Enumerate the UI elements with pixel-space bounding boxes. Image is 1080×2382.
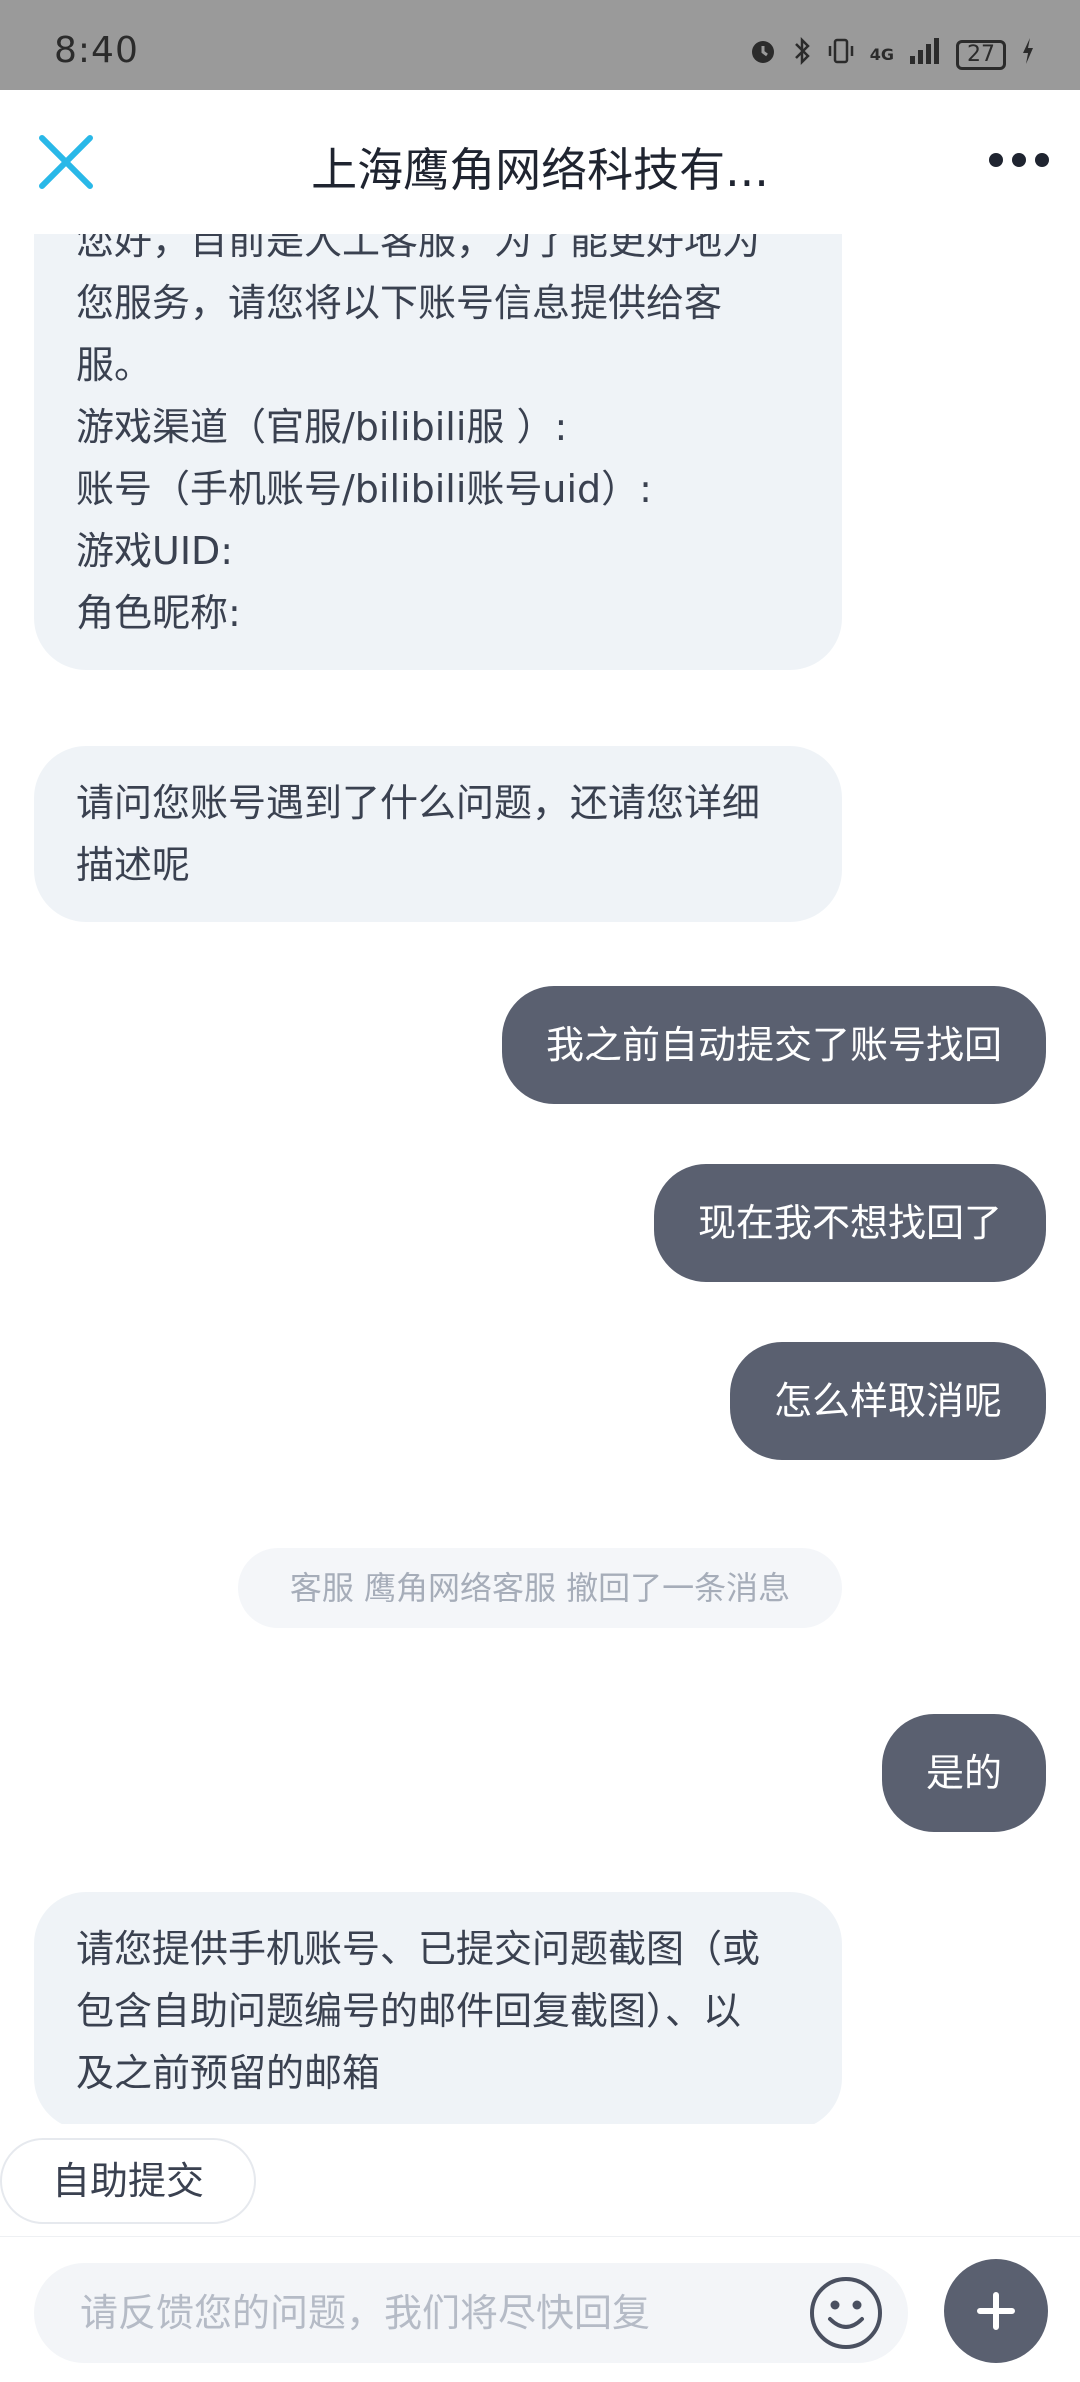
user-message: 怎么样取消呢 xyxy=(729,1342,1046,1460)
chat-header: 上海鹰角网络科技有... xyxy=(0,90,1080,234)
message-text: 我之前自动提交了账号找回 xyxy=(545,1023,1002,1067)
status-time: 8:40 xyxy=(54,30,139,71)
signal-icon xyxy=(908,36,942,73)
message-input[interactable] xyxy=(78,2263,778,2363)
more-button[interactable] xyxy=(986,140,1052,180)
chat-title: 上海鹰角网络科技有... xyxy=(311,143,769,197)
message-text: 现在我不想找回了 xyxy=(697,1201,1002,1245)
input-container xyxy=(34,2263,908,2363)
message-text: 怎么样取消呢 xyxy=(773,1379,1002,1423)
battery-level: 27 xyxy=(967,42,995,67)
message-line: 游戏渠道（官服/bilibili服 ）: xyxy=(76,405,568,449)
message-line: 服。 xyxy=(76,343,153,387)
message-line: 请您提供手机账号、已提交问题截图（或 xyxy=(76,1927,761,1971)
self-service-submit-button[interactable]: 自助提交 xyxy=(0,2138,257,2224)
alarm-icon xyxy=(748,36,778,73)
agent-message: 您好，目前是人工客服，为了能更好地为 您服务，请您将以下账号信息提供给客 服。 … xyxy=(34,234,842,670)
status-bar: 8:40 4G 27 xyxy=(0,0,1080,90)
message-line: 您好，目前是人工客服，为了能更好地为 xyxy=(76,234,761,263)
user-message: 现在我不想找回了 xyxy=(653,1164,1046,1282)
input-bar xyxy=(0,2236,1080,2382)
message-line: 包含自助问题编号的邮件回复截图）、以 xyxy=(76,1989,742,2033)
close-icon xyxy=(39,135,93,189)
message-line: 您服务，请您将以下账号信息提供给客 xyxy=(76,281,723,325)
user-message: 是的 xyxy=(881,1714,1046,1832)
battery-icon: 27 xyxy=(956,39,1006,70)
quick-actions-bar: 自助提交 xyxy=(0,2124,1080,2234)
chat-messages[interactable]: 您好，目前是人工客服，为了能更好地为 您服务，请您将以下账号信息提供给客 服。 … xyxy=(0,234,1080,2124)
message-line: 账号（手机账号/bilibili账号uid）: xyxy=(76,467,652,511)
recall-notice: 客服 鹰角网络客服 撤回了一条消息 xyxy=(238,1548,842,1628)
smiley-icon xyxy=(810,2277,882,2349)
network-label: 4G xyxy=(869,45,894,64)
bluetooth-icon xyxy=(792,36,812,73)
charging-icon xyxy=(1020,36,1036,73)
user-message: 我之前自动提交了账号找回 xyxy=(501,986,1046,1104)
close-button[interactable] xyxy=(36,132,96,192)
emoji-button[interactable] xyxy=(808,2275,884,2351)
message-text: 是的 xyxy=(925,1751,1002,1795)
message-line: 角色昵称: xyxy=(76,591,241,635)
status-icons: 4G 27 xyxy=(748,36,1036,73)
message-line: 描述呢 xyxy=(76,843,191,887)
vibrate-icon xyxy=(826,36,856,73)
message-line: 游戏UID: xyxy=(76,529,234,573)
message-line: 请问您账号遇到了什么问题，还请您详细 xyxy=(76,781,761,825)
plus-icon xyxy=(977,2292,1015,2330)
agent-message: 请问您账号遇到了什么问题，还请您详细 描述呢 xyxy=(34,746,842,922)
more-icon xyxy=(989,153,1049,167)
add-button[interactable] xyxy=(944,2259,1048,2363)
message-line: 及之前预留的邮箱 xyxy=(76,2051,381,2095)
agent-message: 请您提供手机账号、已提交问题截图（或 包含自助问题编号的邮件回复截图）、以 及之… xyxy=(34,1892,842,2124)
